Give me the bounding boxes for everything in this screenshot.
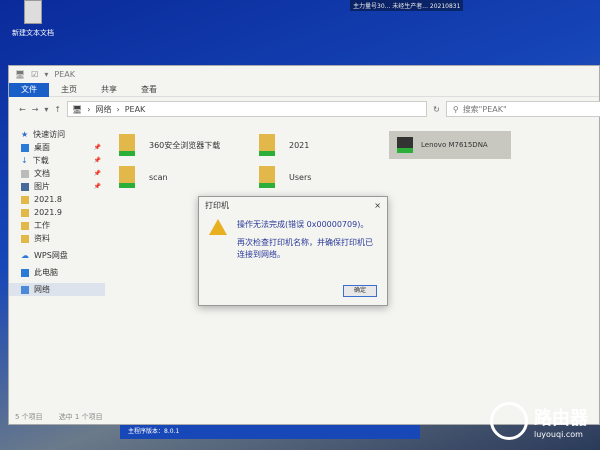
- sidebar-item-materials[interactable]: 资料: [9, 232, 105, 245]
- computer-icon: [21, 268, 29, 277]
- error-message: 操作无法完成(错误 0x00000709)。: [237, 220, 369, 229]
- shared-folder-item[interactable]: 2021: [259, 134, 399, 156]
- shared-folder-icon: [259, 134, 275, 156]
- document-icon: [24, 0, 42, 24]
- sidebar-label: 文档: [34, 169, 50, 178]
- sidebar-label: 桌面: [34, 143, 50, 152]
- item-label: 2021: [289, 140, 310, 150]
- item-label: scan: [149, 172, 168, 182]
- router-logo-icon: [490, 402, 528, 440]
- sidebar-item-2021-9[interactable]: 2021.9: [9, 206, 105, 219]
- shared-folder-item[interactable]: 360安全浏览器下载: [119, 134, 259, 156]
- pin-icon: 📌: [93, 170, 101, 177]
- navigation-pane: ★ 快速访问 桌面 📌 ↓ 下载 📌 文档 📌 图片 📌 2021.8 2021.9 工作 …: [9, 128, 105, 296]
- sidebar-label: WPS网盘: [34, 251, 68, 260]
- sidebar-item-pictures[interactable]: 图片 📌: [9, 180, 105, 193]
- navigation-bar: ← → ▾ ↑ 🖥 › 网络 › PEAK ↻ ⚲ 搜索"PEAK": [9, 99, 600, 119]
- sidebar-item-desktop[interactable]: 桌面 📌: [9, 141, 105, 154]
- tab-share[interactable]: 共享: [89, 83, 129, 97]
- tab-home[interactable]: 主页: [49, 83, 89, 97]
- item-count: 5 个项目: [15, 413, 43, 421]
- search-placeholder: 搜索"PEAK": [462, 104, 507, 114]
- back-icon[interactable]: ←: [19, 105, 26, 114]
- shared-folder-item[interactable]: Users: [259, 166, 399, 188]
- printer-item-selected[interactable]: Lenovo M7615DNA: [389, 131, 511, 159]
- sidebar-label: 下载: [32, 156, 49, 165]
- desktop-icon: [21, 143, 29, 152]
- error-detail: 再次检查打印机名称，并确保打印机已连接到网络。: [237, 238, 373, 259]
- shared-folder-item[interactable]: scan: [119, 166, 259, 188]
- tab-view[interactable]: 查看: [129, 83, 169, 97]
- folder-icon: [21, 234, 29, 243]
- up-icon[interactable]: ↑: [54, 105, 61, 114]
- folder-icon: [21, 221, 29, 230]
- shared-folder-icon: [119, 166, 135, 188]
- close-icon[interactable]: ×: [374, 201, 381, 210]
- refresh-icon[interactable]: ↻: [433, 105, 440, 114]
- ok-button[interactable]: 确定: [343, 285, 377, 297]
- computer-icon: 🖥: [72, 104, 83, 114]
- shared-folder-icon: [119, 134, 135, 156]
- sidebar-label: 图片: [34, 182, 50, 191]
- printer-label: Lenovo M7615DNA: [421, 141, 488, 149]
- tab-file[interactable]: 文件: [9, 82, 49, 97]
- computer-icon: 🖥: [15, 70, 26, 79]
- sidebar-item-downloads[interactable]: ↓ 下载 📌: [9, 154, 105, 167]
- sidebar-label: 工作: [34, 221, 50, 230]
- download-icon: ↓: [21, 156, 28, 165]
- printer-icon: [397, 137, 413, 153]
- sidebar-label: 资料: [34, 234, 50, 243]
- shared-folder-icon: [259, 166, 275, 188]
- watermark-url: luyouqi.com: [534, 429, 583, 439]
- desktop-icon-text-doc[interactable]: 新建文本文档: [8, 0, 58, 38]
- folder-icon: [21, 195, 29, 204]
- version-bar: 主程序版本：8.0.1: [120, 425, 420, 439]
- warning-icon: [209, 219, 227, 235]
- breadcrumb-peak[interactable]: PEAK: [125, 105, 146, 114]
- dropdown-icon[interactable]: ▾: [44, 70, 48, 79]
- sidebar-item-documents[interactable]: 文档 📌: [9, 167, 105, 180]
- recent-dropdown-icon[interactable]: ▾: [44, 105, 48, 114]
- status-bar: 5 个项目 选中 1 个项目: [15, 412, 103, 422]
- star-icon: ★: [21, 130, 29, 139]
- sidebar-item-wps-drive[interactable]: ☁ WPS网盘: [9, 249, 105, 262]
- folder-icon: [21, 208, 29, 217]
- window-title: PEAK: [54, 70, 75, 79]
- cloud-icon: ☁: [21, 251, 29, 260]
- search-input[interactable]: ⚲ 搜索"PEAK": [445, 101, 600, 117]
- document-icon: [21, 169, 29, 178]
- network-icon: [21, 285, 29, 294]
- sidebar-item-quick-access[interactable]: ★ 快速访问: [9, 128, 105, 141]
- search-icon: ⚲: [452, 104, 459, 114]
- sidebar-item-this-pc[interactable]: 此电脑: [9, 266, 105, 279]
- selected-count: 选中 1 个项目: [58, 413, 103, 421]
- item-label: 360安全浏览器下载: [149, 140, 221, 150]
- properties-icon[interactable]: ☑: [31, 70, 38, 79]
- forward-icon[interactable]: →: [32, 105, 39, 114]
- sidebar-item-network[interactable]: 网络: [9, 283, 105, 296]
- pictures-icon: [21, 182, 29, 191]
- watermark: 路由器 luyouqi.com: [490, 402, 588, 440]
- sidebar-item-2021-8[interactable]: 2021.8: [9, 193, 105, 206]
- address-bar[interactable]: 🖥 › 网络 › PEAK: [67, 101, 428, 117]
- sidebar-label: 网络: [34, 285, 50, 294]
- sidebar-label: 此电脑: [34, 268, 58, 277]
- sidebar-label: 快速访问: [33, 130, 66, 139]
- sidebar-label: 2021.8: [34, 195, 62, 204]
- dialog-title: 打印机: [205, 200, 229, 210]
- sidebar-item-work[interactable]: 工作: [9, 219, 105, 232]
- ribbon-tabs: 文件 主页 共享 查看: [9, 82, 599, 97]
- title-bar: 🖥 ☑ ▾ PEAK: [9, 66, 599, 83]
- pin-icon: 📌: [93, 157, 101, 164]
- desktop-icon-label: 新建文本文档: [12, 29, 54, 37]
- desktop-top-text: 主力量号30... 未经生产者... 20210831: [350, 0, 464, 11]
- printer-error-dialog: 打印机 × 操作无法完成(错误 0x00000709)。 再次检查打印机名称，并确…: [198, 196, 388, 306]
- pin-icon: 📌: [93, 183, 101, 190]
- watermark-name: 路由器: [534, 407, 588, 429]
- breadcrumb-network[interactable]: 网络: [95, 104, 111, 115]
- item-label: Users: [289, 172, 312, 182]
- sidebar-label: 2021.9: [34, 208, 62, 217]
- pin-icon: 📌: [93, 144, 101, 151]
